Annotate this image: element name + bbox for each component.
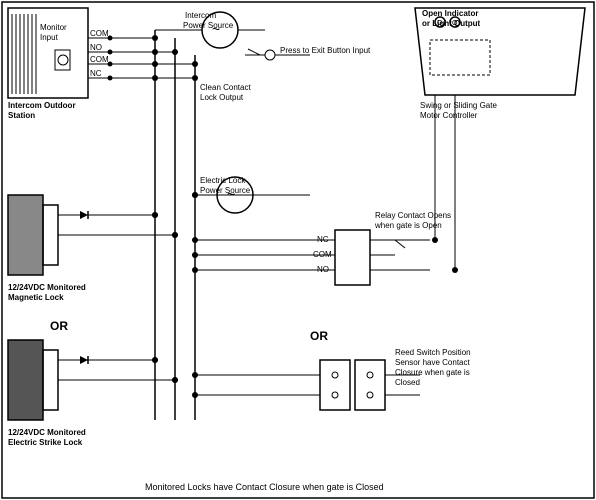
wiring-diagram: Monitor Input COM NO COM NC Intercom Out… (0, 0, 596, 500)
svg-text:Intercom Outdoor: Intercom Outdoor (8, 101, 76, 110)
svg-text:COM: COM (90, 29, 109, 38)
svg-text:Motor Controller: Motor Controller (420, 111, 478, 120)
svg-text:Intercom: Intercom (185, 11, 216, 20)
svg-text:or Light Output: or Light Output (422, 19, 481, 28)
svg-text:Power Source: Power Source (200, 186, 251, 195)
svg-text:Monitor: Monitor (40, 23, 67, 32)
svg-text:Clean Contact: Clean Contact (200, 83, 251, 92)
svg-text:NC: NC (90, 69, 102, 78)
svg-text:Input: Input (40, 33, 59, 42)
svg-text:NO: NO (90, 43, 102, 52)
svg-text:Magnetic Lock: Magnetic Lock (8, 293, 64, 302)
svg-text:COM: COM (313, 250, 332, 259)
svg-text:NC: NC (317, 235, 329, 244)
svg-text:Electric Strike Lock: Electric Strike Lock (8, 438, 83, 447)
svg-text:NO: NO (317, 265, 329, 274)
svg-text:when gate is Open: when gate is Open (374, 221, 442, 230)
svg-text:COM: COM (90, 55, 109, 64)
svg-text:OR: OR (50, 319, 68, 333)
svg-text:Press to Exit Button Input: Press to Exit Button Input (280, 46, 371, 55)
svg-text:Lock Output: Lock Output (200, 93, 244, 102)
svg-text:Monitored Locks have Contact C: Monitored Locks have Contact Closure whe… (145, 482, 384, 492)
svg-text:OR: OR (310, 329, 328, 343)
svg-text:Swing or Sliding Gate: Swing or Sliding Gate (420, 101, 497, 110)
svg-text:Sensor have Contact: Sensor have Contact (395, 358, 470, 367)
svg-text:12/24VDC Monitored: 12/24VDC Monitored (8, 283, 86, 292)
svg-text:Electric Lock: Electric Lock (200, 176, 246, 185)
svg-text:Closed: Closed (395, 378, 420, 387)
svg-text:Relay Contact Opens: Relay Contact Opens (375, 211, 451, 220)
svg-text:Closure when gate is: Closure when gate is (395, 368, 470, 377)
svg-text:12/24VDC Monitored: 12/24VDC Monitored (8, 428, 86, 437)
svg-text:Reed Switch Position: Reed Switch Position (395, 348, 471, 357)
svg-text:Open Indicator: Open Indicator (422, 9, 478, 18)
svg-text:Station: Station (8, 111, 35, 120)
svg-text:Power Source: Power Source (183, 21, 234, 30)
